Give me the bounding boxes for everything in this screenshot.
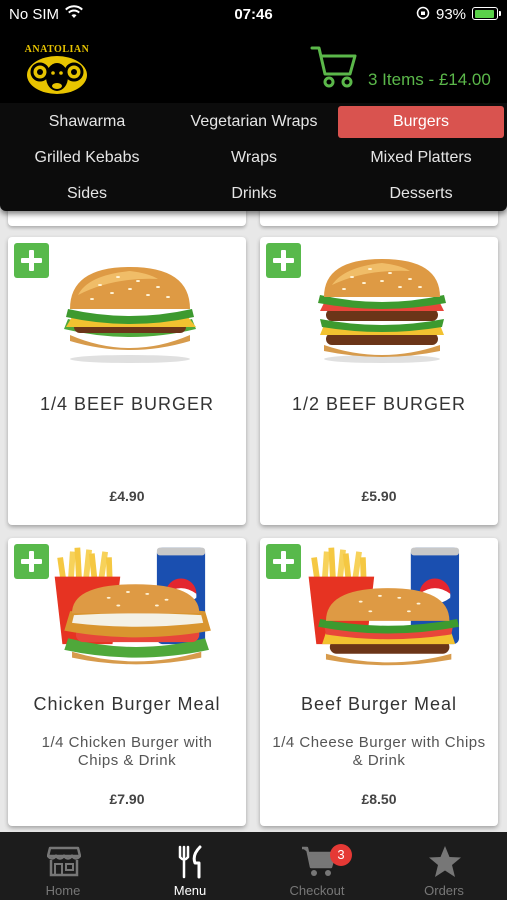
add-to-cart-button[interactable] <box>266 544 301 579</box>
app-header: ANATOLIAN 3 Items - £14.00 <box>0 30 507 104</box>
tab-menu[interactable]: Menu <box>127 832 253 900</box>
product-description: 1/4 Chicken Burger with Chips & Drink <box>41 734 213 769</box>
brand-name: ANATOLIAN <box>24 44 90 55</box>
tab-label: Orders <box>424 883 464 898</box>
category-wraps[interactable]: Wraps <box>171 142 337 174</box>
category-menu: Shawarma Vegetarian Wraps Burgers Grille… <box>0 103 507 211</box>
bottom-tab-bar: Home Menu Checkout Orders <box>0 832 507 900</box>
battery-percent: 93% <box>436 6 467 23</box>
product-price: £8.50 <box>361 791 397 807</box>
product-name: 1/2 BEEF BURGER <box>291 394 467 414</box>
cutlery-icon <box>178 845 202 879</box>
header-cart-icon[interactable] <box>310 44 358 95</box>
category-sides[interactable]: Sides <box>4 178 170 210</box>
category-drinks[interactable]: Drinks <box>171 178 337 210</box>
product-price: £4.90 <box>109 488 145 504</box>
category-vegetarian-wraps[interactable]: Vegetarian Wraps <box>171 106 337 138</box>
cart-summary[interactable]: 3 Items - £14.00 <box>368 70 491 90</box>
tab-checkout[interactable]: Checkout <box>254 832 380 900</box>
shop-icon <box>47 846 81 877</box>
product-card[interactable]: Chicken Burger Meal 1/4 Chicken Burger w… <box>8 538 246 826</box>
tab-home[interactable]: Home <box>0 832 126 900</box>
product-description: 1/4 Cheese Burger with Chips & Drink <box>272 734 486 769</box>
brand-logo[interactable]: ANATOLIAN <box>22 44 92 96</box>
checkout-count-badge: 3 <box>330 844 352 866</box>
add-to-cart-button[interactable] <box>14 544 49 579</box>
tab-label: Checkout <box>289 883 345 898</box>
add-to-cart-button[interactable] <box>14 243 49 278</box>
product-card[interactable]: 1/2 BEEF BURGER £5.90 <box>260 237 498 525</box>
status-bar: No SIM 07:46 93% <box>0 0 507 30</box>
tab-orders[interactable]: Orders <box>381 832 507 900</box>
category-shawarma[interactable]: Shawarma <box>4 106 170 138</box>
product-card[interactable]: Beef Burger Meal 1/4 Cheese Burger with … <box>260 538 498 826</box>
category-burgers[interactable]: Burgers <box>338 106 504 138</box>
category-desserts[interactable]: Desserts <box>338 178 504 210</box>
clock: 07:46 <box>234 6 273 23</box>
product-price: £7.90 <box>109 791 145 807</box>
category-grilled-kebabs[interactable]: Grilled Kebabs <box>4 142 170 174</box>
ram-logo-icon <box>27 56 87 94</box>
product-price: £5.90 <box>361 488 397 504</box>
product-name: Chicken Burger Meal <box>33 694 221 714</box>
product-name: Beef Burger Meal <box>300 694 458 714</box>
tab-label: Menu <box>173 883 207 898</box>
orientation-lock-icon <box>416 6 430 24</box>
battery-icon <box>472 7 501 20</box>
category-mixed-platters[interactable]: Mixed Platters <box>338 142 504 174</box>
tab-label: Home <box>45 883 81 898</box>
star-icon <box>429 846 461 877</box>
product-card[interactable]: 1/4 BEEF BURGER £4.90 <box>8 237 246 525</box>
add-to-cart-button[interactable] <box>266 243 301 278</box>
product-name: 1/4 BEEF BURGER <box>39 394 215 414</box>
